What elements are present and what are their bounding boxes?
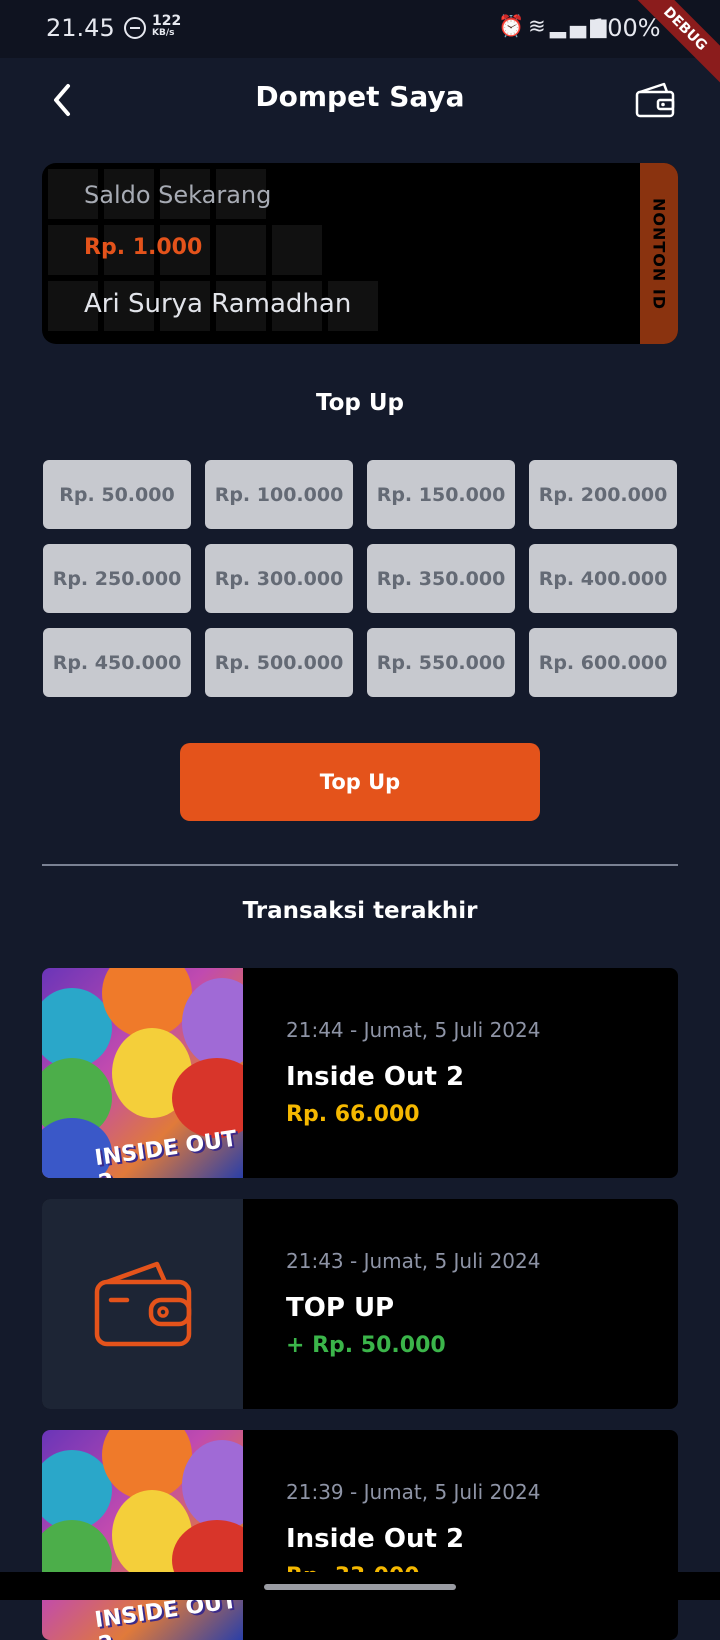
topup-amount-option[interactable]: Rp. 400.000 [529,544,677,613]
page-title: Dompet Saya [255,80,465,113]
topup-amount-option[interactable]: Rp. 600.000 [529,628,677,697]
section-divider [42,864,678,866]
dnd-icon [124,17,146,39]
net-speed-unit: KB/s [152,28,175,38]
card-brand-text: NONTON ID [649,197,669,310]
battery-level: 100% [592,14,661,42]
transaction-item[interactable]: INSIDE OUT 2 21:44 - Jumat, 5 Juli 2024 … [42,968,678,1178]
topup-amount-option[interactable]: Rp. 500.000 [205,628,353,697]
topup-thumbnail [42,1199,243,1409]
wallet-icon[interactable] [634,80,676,120]
wallet-icon [94,1261,191,1347]
topup-amount-option[interactable]: Rp. 200.000 [529,460,677,529]
transaction-title: Inside Out 2 [286,1062,465,1092]
topup-amount-option[interactable]: Rp. 250.000 [43,544,191,613]
topup-amount-option[interactable]: Rp. 50.000 [43,460,191,529]
topup-amount-option[interactable]: Rp. 450.000 [43,628,191,697]
transaction-amount: Rp. 66.000 [286,1102,420,1127]
net-speed: 122 KB/s [152,14,181,38]
transaction-title: Inside Out 2 [286,1524,465,1554]
balance-label: Saldo Sekarang [84,181,272,209]
transaction-date: 21:44 - Jumat, 5 Juli 2024 [286,1018,541,1042]
topup-amount-option[interactable]: Rp. 350.000 [367,544,515,613]
balance-amount: Rp. 1.000 [84,235,203,260]
alarm-icon: ⏰ [498,14,529,38]
movie-poster: INSIDE OUT 2 [42,968,243,1178]
wallet-card: Saldo Sekarang Rp. 1.000 Ari Surya Ramad… [42,163,678,344]
app-bar: Dompet Saya [0,58,720,142]
transaction-amount: + Rp. 50.000 [286,1333,446,1358]
poster-title-text: INSIDE OUT 2 [93,1126,239,1178]
transaction-item[interactable]: 21:43 - Jumat, 5 Juli 2024 TOP UP + Rp. … [42,1199,678,1409]
wifi-icon: ≋ [528,14,550,38]
movie-poster: INSIDE OUT 2 [42,1430,243,1640]
topup-amount-option[interactable]: Rp. 550.000 [367,628,515,697]
system-nav-bar [0,1572,720,1600]
net-speed-value: 122 [152,13,182,29]
status-bar: 21.45 122 KB/s ⏰≋▂▄▆ 100% DEBUG [0,0,720,92]
transaction-item[interactable]: INSIDE OUT 2 21:39 - Jumat, 5 Juli 2024 … [42,1430,678,1640]
topup-amount-option[interactable]: Rp. 150.000 [367,460,515,529]
transaction-date: 21:43 - Jumat, 5 Juli 2024 [286,1249,541,1273]
home-gesture-handle[interactable] [264,1584,456,1590]
transaction-title: TOP UP [286,1293,395,1323]
transaction-date: 21:39 - Jumat, 5 Juli 2024 [286,1480,541,1504]
topup-button[interactable]: Top Up [180,743,540,821]
account-owner-name: Ari Surya Ramadhan [84,289,352,319]
topup-amount-option[interactable]: Rp. 300.000 [205,544,353,613]
transactions-section-title: Transaksi terakhir [242,898,478,924]
topup-section-title: Top Up [315,390,405,416]
status-time: 21.45 [46,14,115,42]
card-brand-strip: NONTON ID [640,163,678,344]
topup-amount-option[interactable]: Rp. 100.000 [205,460,353,529]
